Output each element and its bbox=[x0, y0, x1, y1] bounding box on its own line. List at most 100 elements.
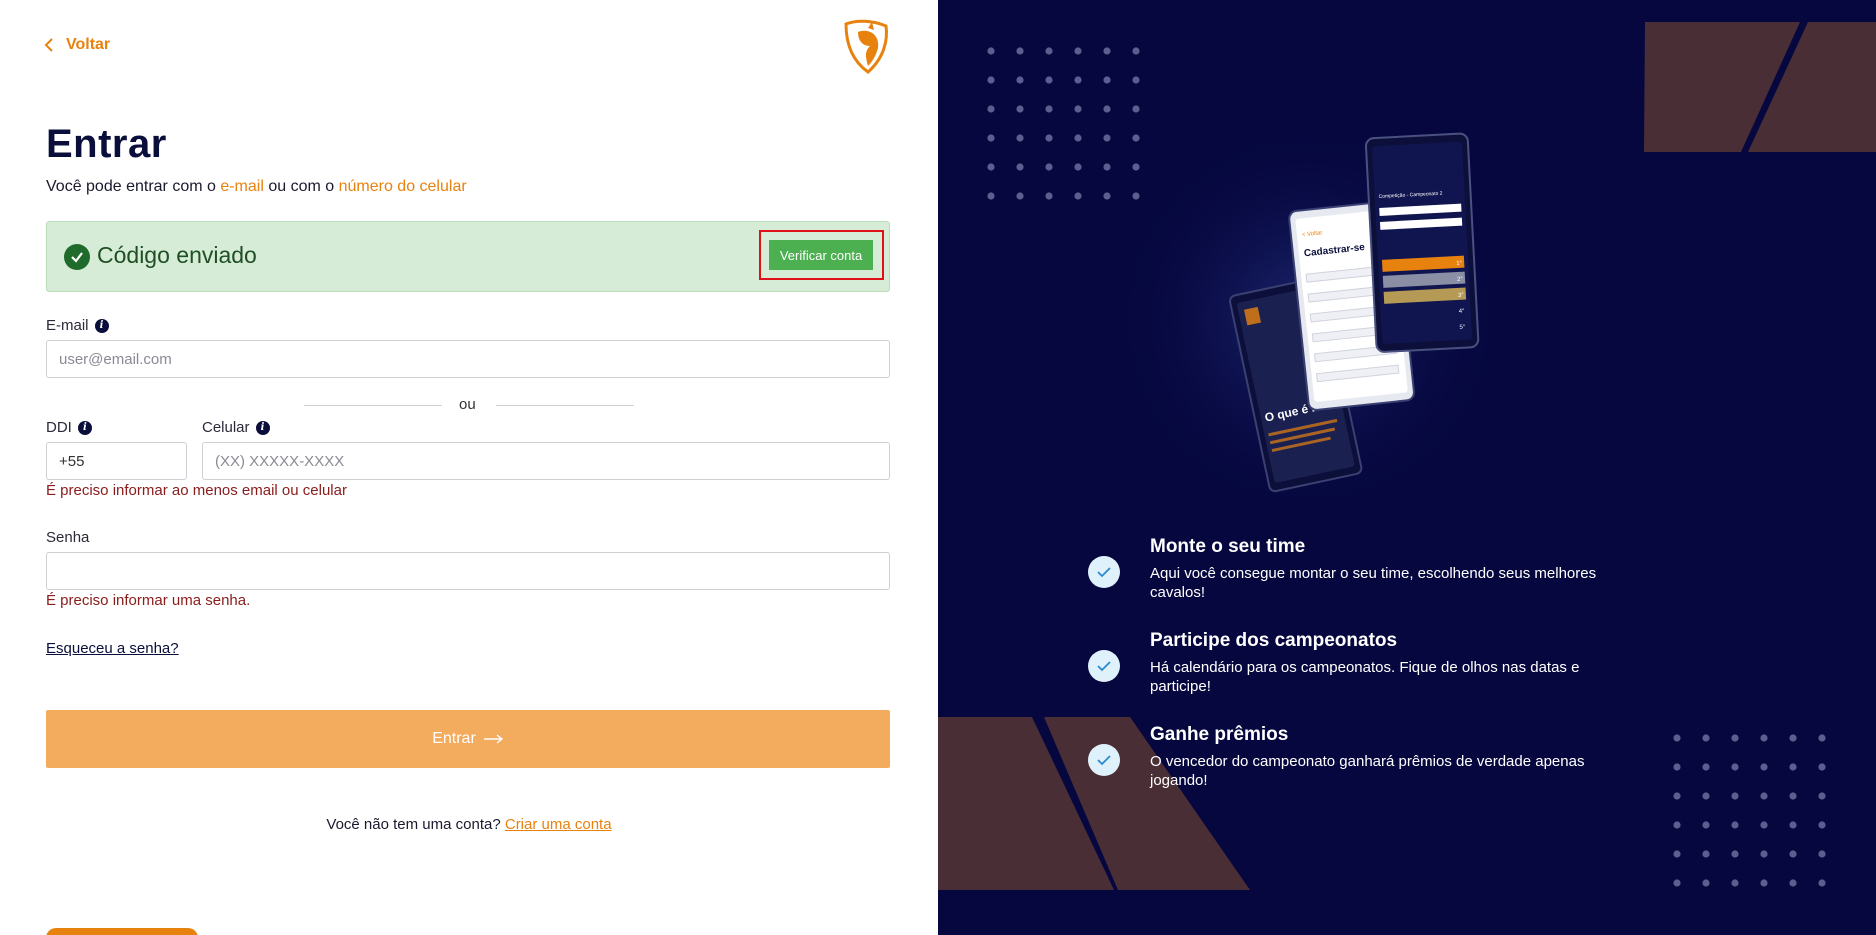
page-title: Entrar bbox=[46, 122, 167, 166]
ranking-position: 2° bbox=[1457, 277, 1464, 283]
decorative-dot bbox=[1760, 792, 1768, 800]
decorative-dot bbox=[987, 47, 995, 55]
promo-panel: O que é Pisteiro? < Voltar Cadastrar-se … bbox=[938, 0, 1876, 935]
info-icon[interactable]: i bbox=[77, 420, 92, 435]
email-input[interactable]: user@email.com bbox=[46, 340, 890, 378]
decorative-dot bbox=[1818, 734, 1826, 742]
feature-title: Participe dos campeonatos bbox=[1150, 630, 1398, 651]
decorative-dot bbox=[1673, 879, 1681, 887]
ddi-input[interactable]: +55 bbox=[46, 442, 187, 480]
decorative-dot bbox=[1818, 792, 1826, 800]
decorative-dot bbox=[1103, 134, 1111, 142]
decorative-dot bbox=[1789, 763, 1797, 771]
submit-label: Entrar bbox=[432, 730, 476, 747]
page-subtitle: Você pode entrar com o e-mail ou com o n… bbox=[46, 178, 467, 196]
decorative-dot bbox=[1074, 105, 1082, 113]
feature-team: Monte o seu time Aqui você consegue mont… bbox=[1088, 536, 1610, 602]
subtitle-email-link: e-mail bbox=[220, 178, 264, 195]
decorative-dot bbox=[1702, 792, 1710, 800]
decorative-dot bbox=[1045, 105, 1053, 113]
feature-title: Monte o seu time bbox=[1150, 536, 1306, 557]
decorative-dot bbox=[1673, 850, 1681, 858]
decorative-dot bbox=[1045, 192, 1053, 200]
feature-text: O vencedor do campeonato ganhará prêmios… bbox=[1150, 753, 1585, 789]
alert-message: Código enviado bbox=[97, 242, 257, 268]
phone-label-text: Celular bbox=[202, 419, 250, 436]
success-alert: Código enviado Verificar conta bbox=[46, 221, 890, 292]
dot-grid-top bbox=[987, 47, 1140, 200]
or-divider: ou bbox=[304, 396, 634, 416]
decorative-dot bbox=[1818, 879, 1826, 887]
promo-background: O que é Pisteiro? < Voltar Cadastrar-se … bbox=[938, 22, 1876, 890]
signup-row: Você não tem uma conta? Criar uma conta bbox=[0, 816, 938, 833]
feature-text: Há calendário para os campeonatos. Fique… bbox=[1150, 659, 1580, 695]
decorative-dot bbox=[1016, 192, 1024, 200]
decorative-dot bbox=[1789, 821, 1797, 829]
decorative-dot bbox=[1673, 734, 1681, 742]
or-text: ou bbox=[459, 396, 476, 413]
create-account-link[interactable]: Criar uma conta bbox=[505, 816, 612, 833]
feature-prizes: Ganhe prêmios O vencedor do campeonato g… bbox=[1088, 724, 1610, 790]
decorative-dot bbox=[1673, 763, 1681, 771]
verify-highlight: Verificar conta bbox=[759, 230, 884, 280]
decorative-dot bbox=[1702, 821, 1710, 829]
dot-grid-bottom bbox=[1673, 734, 1826, 887]
decorative-dot bbox=[1818, 821, 1826, 829]
password-input[interactable] bbox=[46, 552, 890, 590]
decorative-dot bbox=[1789, 879, 1797, 887]
check-circle-icon bbox=[64, 244, 90, 270]
decorative-dot bbox=[1731, 792, 1739, 800]
chevron-left-icon bbox=[44, 38, 53, 52]
decorative-dot bbox=[1103, 192, 1111, 200]
feature-championships: Participe dos campeonatos Há calendário … bbox=[1088, 630, 1610, 696]
decorative-dot bbox=[1016, 47, 1024, 55]
info-icon[interactable]: i bbox=[255, 420, 270, 435]
decorative-dot bbox=[1789, 734, 1797, 742]
ranking-position: 3° bbox=[1458, 293, 1465, 299]
decorative-dot bbox=[1789, 792, 1797, 800]
subtitle-middle: ou com o bbox=[263, 178, 339, 195]
decorative-dot bbox=[1673, 821, 1681, 829]
decorative-dot bbox=[1132, 105, 1140, 113]
arrow-right-icon bbox=[483, 734, 503, 744]
decorative-dot bbox=[1045, 163, 1053, 171]
ddi-label: DDI i bbox=[46, 419, 92, 436]
decorative-dot bbox=[1673, 792, 1681, 800]
decorative-dot bbox=[1074, 47, 1082, 55]
back-label: Voltar bbox=[66, 36, 111, 53]
decorative-dot bbox=[1731, 879, 1739, 887]
verify-account-button[interactable]: Verificar conta bbox=[769, 240, 873, 270]
decorative-dot bbox=[1760, 763, 1768, 771]
ddi-label-text: DDI bbox=[46, 419, 72, 436]
decorative-dot bbox=[1074, 163, 1082, 171]
decorative-dot bbox=[1760, 879, 1768, 887]
password-label: Senha bbox=[46, 529, 89, 546]
decorative-dot bbox=[1702, 734, 1710, 742]
decorative-dot bbox=[1045, 76, 1053, 84]
info-icon[interactable]: i bbox=[94, 318, 109, 333]
forgot-password-link[interactable]: Esqueceu a senha? bbox=[46, 640, 179, 657]
decorative-dot bbox=[1731, 821, 1739, 829]
ranking-position: 5° bbox=[1459, 325, 1466, 331]
login-panel: Voltar Entrar Você pode entrar com o e-m… bbox=[0, 0, 938, 935]
decorative-dot bbox=[1132, 163, 1140, 171]
divider-line-right bbox=[496, 405, 634, 406]
decorative-dot bbox=[1016, 76, 1024, 84]
login-submit-button[interactable]: Entrar bbox=[46, 710, 890, 768]
decorative-dot bbox=[1132, 47, 1140, 55]
decorative-dot bbox=[1103, 47, 1111, 55]
decorative-dot bbox=[1702, 763, 1710, 771]
decorative-dot bbox=[1045, 47, 1053, 55]
decorative-dot bbox=[1132, 192, 1140, 200]
decorative-dot bbox=[1103, 76, 1111, 84]
decorative-dot bbox=[1760, 734, 1768, 742]
back-link[interactable]: Voltar bbox=[44, 36, 110, 54]
decorative-dot bbox=[1789, 850, 1797, 858]
bottom-button-partial[interactable] bbox=[46, 928, 198, 935]
check-icon bbox=[1088, 556, 1120, 588]
decorative-dot bbox=[1818, 763, 1826, 771]
decorative-dot bbox=[1818, 850, 1826, 858]
phone-input[interactable]: (XX) XXXXX-XXXX bbox=[202, 442, 890, 480]
decorative-dot bbox=[1016, 134, 1024, 142]
decorative-dot bbox=[1731, 850, 1739, 858]
